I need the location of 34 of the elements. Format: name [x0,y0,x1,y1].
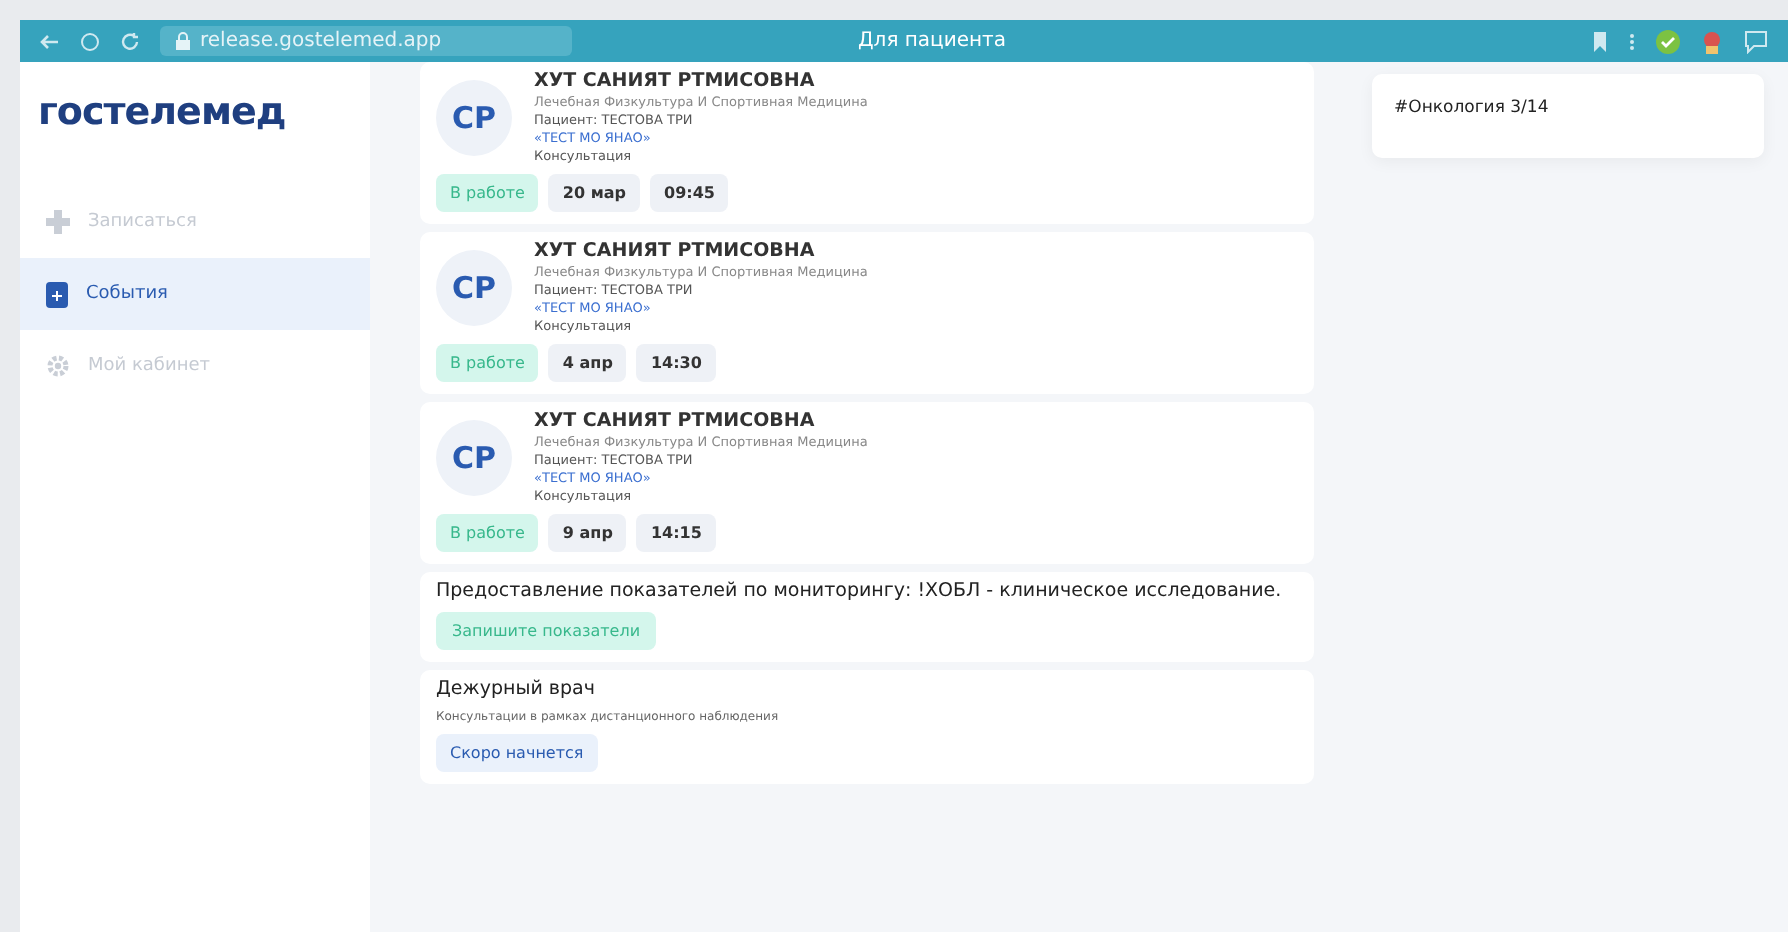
doctor-name: ХУТ САНИЯТ РТМИСОВНА [534,70,817,92]
more-icon[interactable] [1628,31,1636,51]
status-badge: В работе [436,344,539,382]
circle-icon[interactable] [80,31,100,51]
shield-check-icon[interactable] [1656,29,1680,53]
page-title: Для пациента [855,30,1008,52]
time-badge: 09:45 [650,174,729,212]
doctor-name: ХУТ САНИЯТ РТМИСОВНА [534,240,817,262]
time-badge: 14:15 [636,514,716,552]
plus-icon [46,210,70,234]
avatar: СР [436,419,512,495]
lock-icon [176,32,190,50]
extension-icon[interactable] [1700,29,1724,53]
status-badge: Скоро начнется [436,734,598,772]
duty-title: Дежурный врач [436,678,595,700]
status-badge: В работе [436,514,539,552]
date-badge: 20 мар [548,174,641,212]
monitoring-title: Предоставление показателей по мониторингу: !ХОБЛ - клиническое исследование. [436,580,1282,602]
avatar: СР [436,249,512,325]
reload-icon[interactable] [120,31,140,51]
chat-icon[interactable] [1744,29,1768,53]
tag-card[interactable]: #Онкология 3/14 [1372,74,1764,158]
bookmark-icon[interactable] [1592,31,1608,51]
avatar: СР [436,79,512,155]
sidebar-item[interactable]: События [20,258,370,330]
document-icon [46,281,68,307]
gear-icon [46,354,70,378]
date-badge: 4 апр [548,344,627,382]
back-arrow-icon[interactable] [40,31,60,51]
time-badge: 14:30 [636,344,716,382]
logo: гостелемед [36,90,288,138]
doctor-name: ХУТ САНИЯТ РТМИСОВНА [534,410,817,432]
status-badge: В работе [436,174,539,212]
date-badge: 9 апр [548,514,627,552]
